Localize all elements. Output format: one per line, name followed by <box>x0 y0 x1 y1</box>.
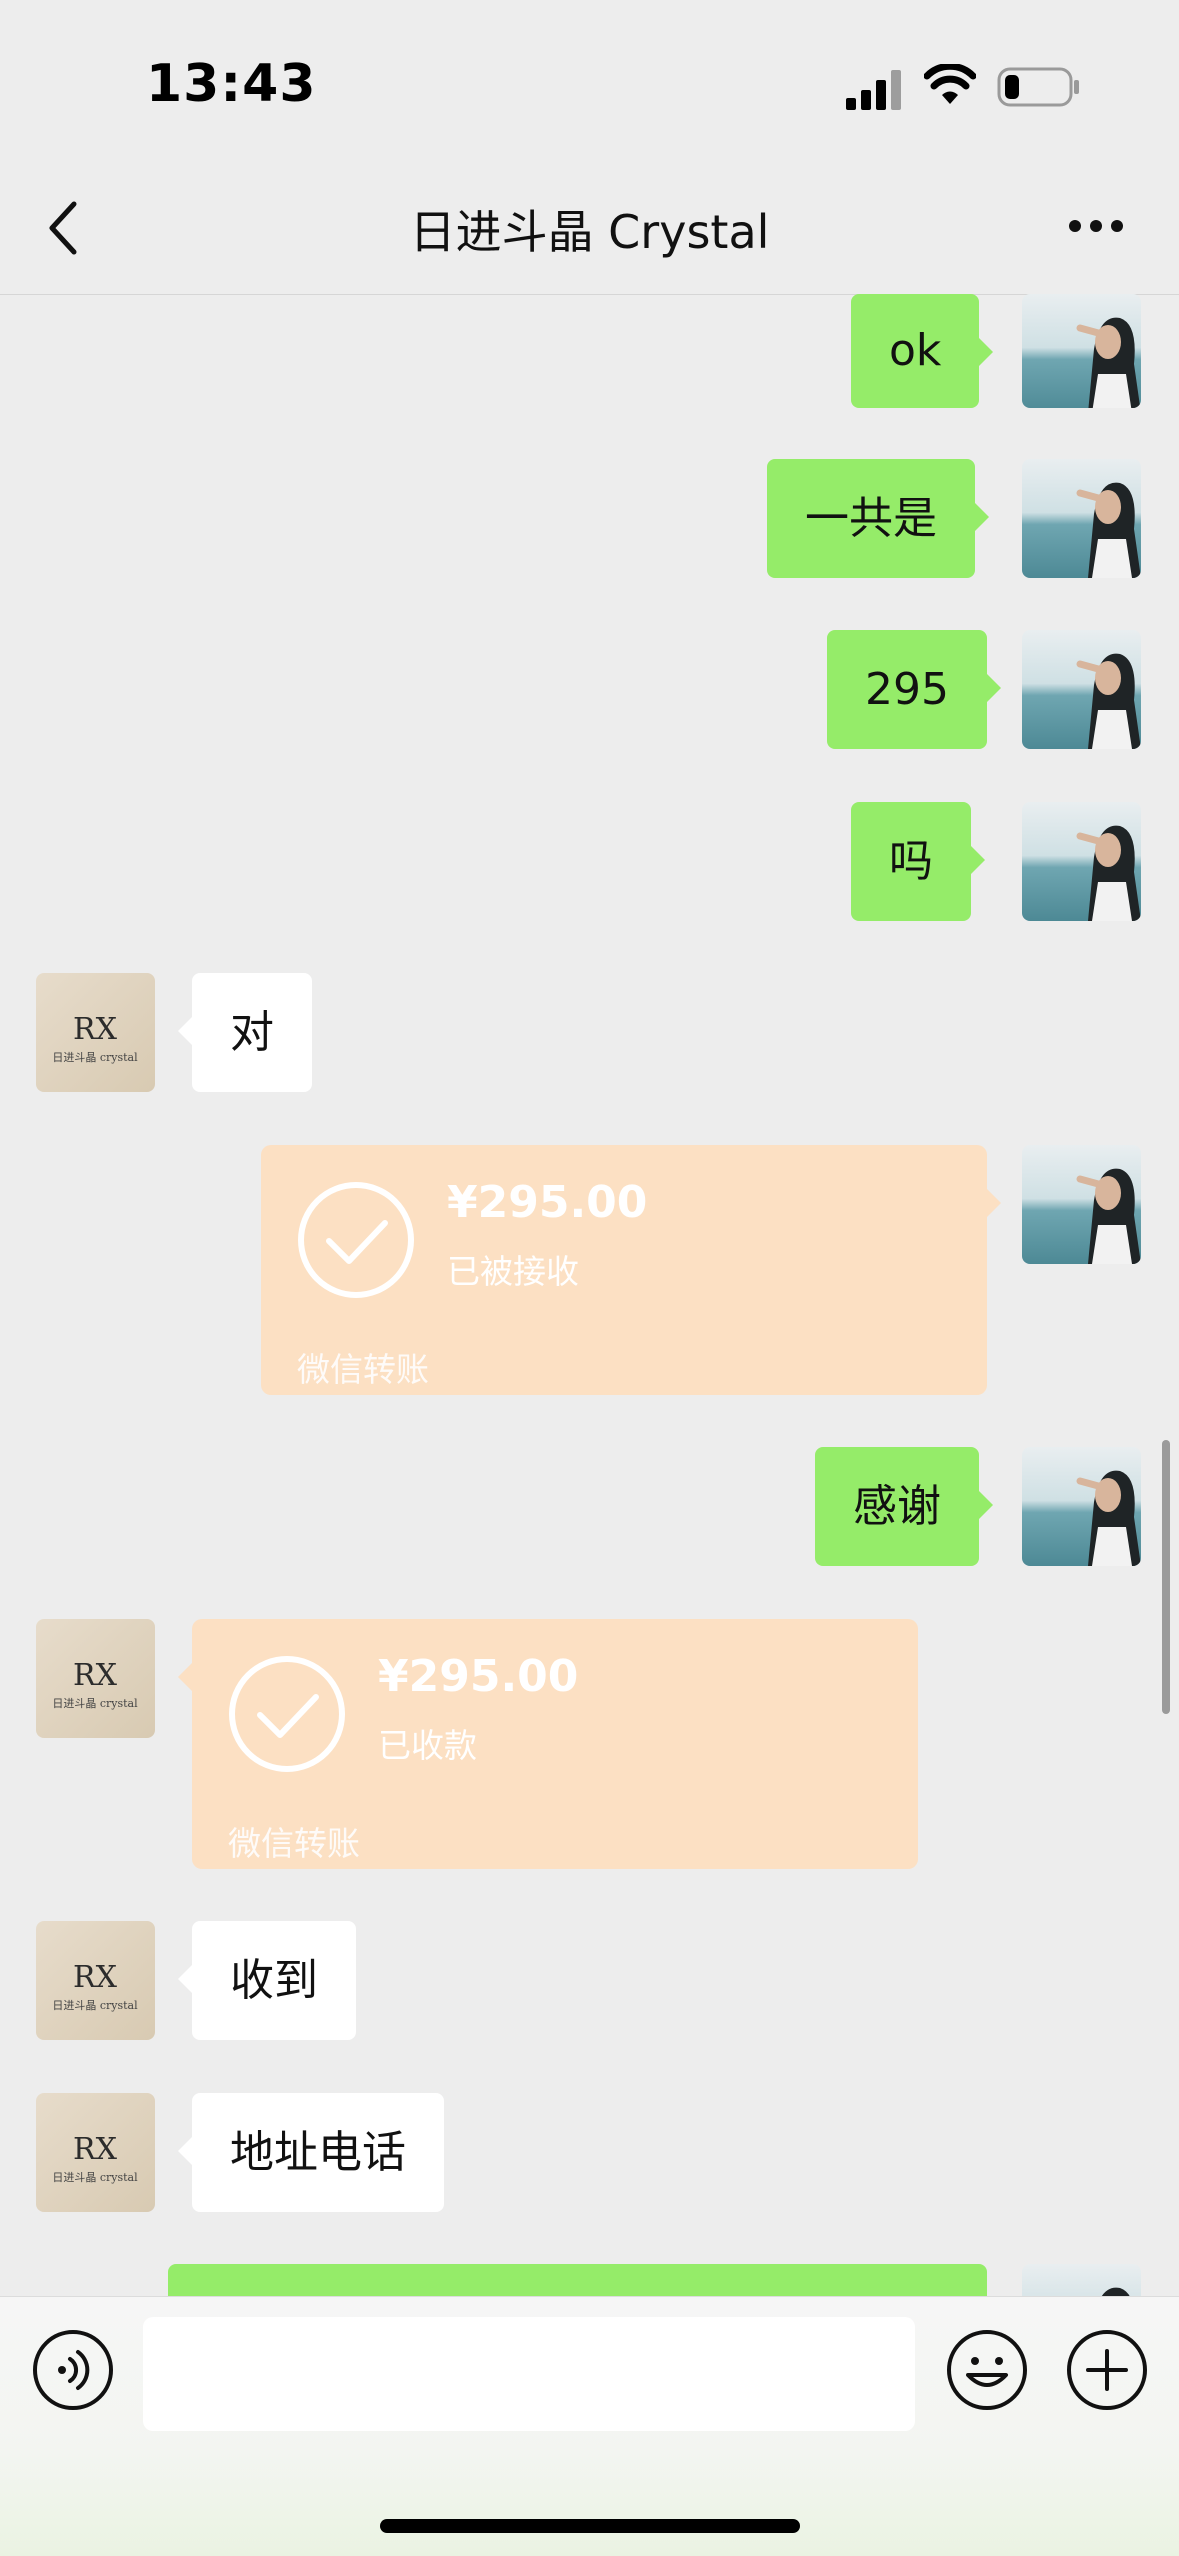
status-bar: 13:43 <box>0 0 1179 160</box>
contact-avatar[interactable]: RX 日进斗晶 crystal <box>36 973 155 1092</box>
message-bubble[interactable]: 对 <box>178 973 312 1092</box>
battery-icon <box>997 67 1079 107</box>
contact-avatar[interactable]: RX 日进斗晶 crystal <box>36 2093 155 2212</box>
message-input[interactable] <box>143 2317 915 2431</box>
my-avatar[interactable] <box>1022 630 1141 749</box>
my-avatar[interactable] <box>1022 802 1141 921</box>
my-avatar[interactable] <box>1022 1447 1141 1566</box>
check-circle-icon <box>229 1656 345 1772</box>
transfer-status: 已被接收 <box>447 1252 579 1291</box>
avatar-logo-text: RX <box>73 1658 118 1693</box>
message-bubble[interactable]: 一共是 <box>767 459 989 578</box>
message-bubble[interactable]: 收到 <box>178 1921 356 2040</box>
avatar-logo-text: RX <box>73 1960 118 1995</box>
transfer-amount: ¥295.00 <box>447 1177 648 1228</box>
more-dots-icon[interactable] <box>1068 218 1124 234</box>
message-bubble[interactable]: 295 <box>827 630 1001 749</box>
chat-title: 日进斗晶 Crystal <box>409 205 770 259</box>
avatar-logo-text: RX <box>73 1012 118 1047</box>
message-bubble[interactable]: 感谢 <box>815 1447 993 1566</box>
message-row: 感谢 <box>0 1447 1179 1567</box>
message-bubble[interactable]: 吗 <box>851 802 985 921</box>
transfer-card[interactable]: ¥295.00 已被接收 微信转账 <box>261 1145 1001 1395</box>
message-row: RX 日进斗晶 crystal 地址电话 <box>0 2093 1179 2213</box>
chat-screen: 13:43 日进斗晶 Crystal ok 一共是 295 吗 RX 日进斗晶 … <box>0 0 1179 2556</box>
message-row: ok <box>0 294 1179 414</box>
emoji-icon[interactable] <box>946 2329 1028 2411</box>
message-bubble[interactable]: ok <box>851 294 994 408</box>
message-row: 295 <box>0 630 1179 750</box>
contact-avatar[interactable]: RX 日进斗晶 crystal <box>36 1921 155 2040</box>
chat-header: 日进斗晶 Crystal <box>0 160 1179 295</box>
my-avatar[interactable] <box>1022 2264 1141 2298</box>
scrollbar[interactable] <box>1162 1440 1170 1714</box>
message-row-partial <box>0 2264 1179 2298</box>
avatar-caption: 日进斗晶 crystal <box>52 1697 138 1710</box>
my-avatar[interactable] <box>1022 459 1141 578</box>
my-avatar[interactable] <box>1022 294 1141 408</box>
signal-icon <box>846 70 901 110</box>
message-bubble[interactable]: 地址电话 <box>178 2093 444 2212</box>
contact-avatar[interactable]: RX 日进斗晶 crystal <box>36 1619 155 1738</box>
home-indicator[interactable] <box>380 2519 800 2533</box>
message-row: 一共是 <box>0 459 1179 579</box>
avatar-logo-text: RX <box>73 2132 118 2167</box>
message-row: ¥295.00 已被接收 微信转账 <box>0 1145 1179 1400</box>
my-avatar[interactable] <box>1022 1145 1141 1264</box>
message-row: 吗 <box>0 802 1179 922</box>
wifi-icon <box>924 64 976 104</box>
avatar-caption: 日进斗晶 crystal <box>52 1051 138 1064</box>
check-circle-icon <box>298 1182 414 1298</box>
input-bar <box>0 2296 1179 2556</box>
plus-icon[interactable] <box>1066 2329 1148 2411</box>
message-row: RX 日进斗晶 crystal 对 <box>0 973 1179 1093</box>
message-row: RX 日进斗晶 crystal 收到 <box>0 1921 1179 2041</box>
voice-icon[interactable] <box>32 2329 114 2411</box>
transfer-label: 微信转账 <box>297 1350 429 1389</box>
transfer-card[interactable]: ¥295.00 已收款 微信转账 <box>178 1619 918 1869</box>
message-bubble-partial[interactable] <box>168 2264 987 2298</box>
message-row: RX 日进斗晶 crystal ¥295.00 已收款 微信转账 <box>0 1619 1179 1874</box>
avatar-caption: 日进斗晶 crystal <box>52 2171 138 2184</box>
status-time: 13:43 <box>146 54 317 114</box>
transfer-amount: ¥295.00 <box>378 1651 579 1702</box>
transfer-status: 已收款 <box>378 1726 477 1765</box>
transfer-label: 微信转账 <box>228 1824 360 1863</box>
avatar-caption: 日进斗晶 crystal <box>52 1999 138 2012</box>
